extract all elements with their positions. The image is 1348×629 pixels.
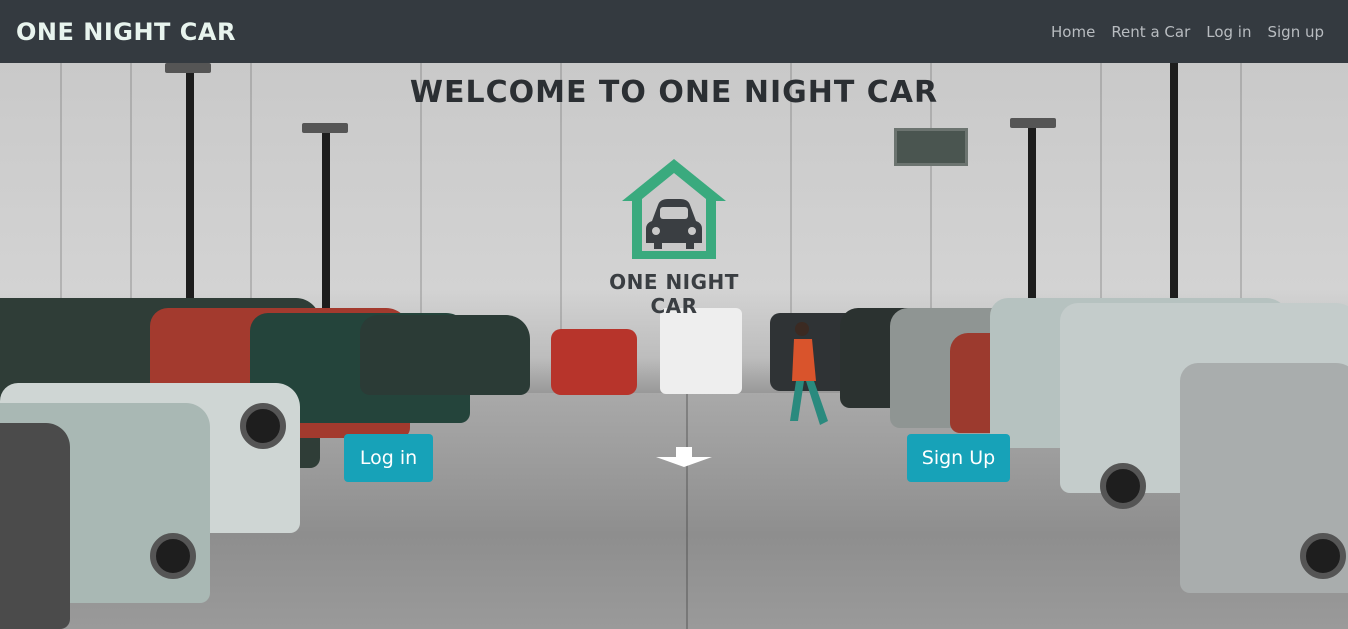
nav-link-log-in[interactable]: Log in [1206, 23, 1251, 41]
nav-links: Home Rent a Car Log in Sign up [1051, 23, 1324, 41]
logo-text: ONE NIGHT CAR [609, 270, 739, 318]
brand-logo-block: ONE NIGHT CAR [583, 155, 765, 318]
page-title: WELCOME TO ONE NIGHT CAR [409, 75, 939, 110]
nav-link-sign-up[interactable]: Sign up [1267, 23, 1324, 41]
login-button[interactable]: Log in [344, 434, 433, 482]
person-walking-icon [790, 322, 828, 425]
nav-link-rent-a-car[interactable]: Rent a Car [1111, 23, 1190, 41]
signup-button[interactable]: Sign Up [907, 434, 1010, 482]
house-car-logo-icon [622, 159, 726, 259]
navbar: ONE NIGHT CAR Home Rent a Car Log in Sig… [0, 0, 1348, 63]
brand-logo[interactable]: ONE NIGHT CAR [16, 18, 236, 46]
arrow-down-icon[interactable] [654, 447, 714, 469]
nav-link-home[interactable]: Home [1051, 23, 1095, 41]
hero-section: WELCOME TO ONE NIGHT CAR ONE NIGHT CAR L… [0, 63, 1348, 629]
